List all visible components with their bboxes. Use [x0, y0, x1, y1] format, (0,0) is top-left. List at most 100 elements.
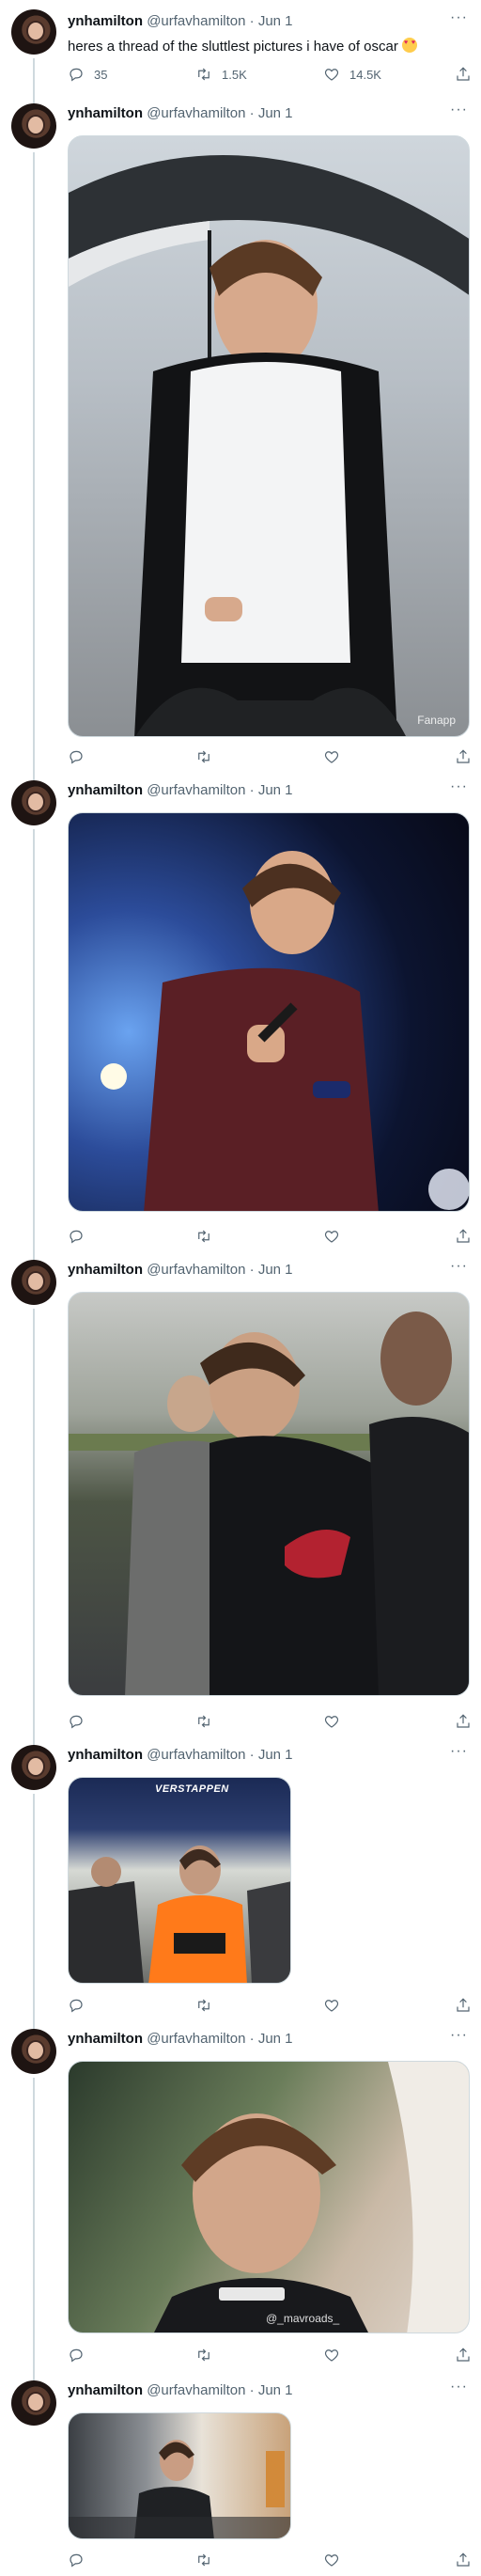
photo-illustration: [69, 2440, 290, 2538]
tweet-actions: 35 1.5K 14.5K: [68, 66, 470, 85]
user-handle[interactable]: @urfavhamilton: [147, 782, 245, 798]
retweet-button[interactable]: [195, 2347, 212, 2364]
display-name[interactable]: ynhamilton: [68, 782, 143, 798]
like-button[interactable]: [323, 2552, 340, 2568]
separator-dot: ·: [249, 1747, 255, 1763]
reply-button[interactable]: [68, 748, 85, 765]
user-handle[interactable]: @urfavhamilton: [147, 2382, 245, 2398]
tweet-3[interactable]: ynhamilton @urfavhamilton · Jun 1 ···: [0, 773, 481, 1252]
tweet-photo[interactable]: VERSTAPPEN: [68, 1777, 291, 1984]
tweet-date[interactable]: Jun 1: [258, 1262, 293, 1278]
retweet-button[interactable]: 1.5K: [195, 66, 247, 83]
user-avatar[interactable]: [11, 2029, 56, 2074]
tweet-photo[interactable]: Fanapp: [68, 135, 470, 737]
tweet-4[interactable]: ynhamilton @urfavhamilton · Jun 1 ···: [0, 1252, 481, 1737]
like-button[interactable]: [323, 1713, 340, 1730]
share-icon: [455, 1228, 472, 1245]
more-options-icon[interactable]: ···: [450, 9, 468, 26]
more-options-icon[interactable]: ···: [450, 2379, 468, 2395]
user-handle[interactable]: @urfavhamilton: [147, 2031, 245, 2047]
like-button[interactable]: [323, 2347, 340, 2364]
thread-line: [33, 2078, 35, 2373]
tweet-date[interactable]: Jun 1: [258, 2031, 293, 2047]
separator-dot: ·: [249, 13, 255, 29]
like-button[interactable]: [323, 748, 340, 765]
thread-line: [33, 829, 35, 1252]
tweet-5[interactable]: ynhamilton @urfavhamilton · Jun 1 ··· VE…: [0, 1737, 481, 2021]
display-name[interactable]: ynhamilton: [68, 1262, 143, 1278]
retweet-button[interactable]: [195, 2552, 212, 2568]
tweet-6[interactable]: ynhamilton @urfavhamilton · Jun 1 ··· @_…: [0, 2021, 481, 2373]
reply-button[interactable]: [68, 1997, 85, 2014]
more-options-icon[interactable]: ···: [450, 1258, 468, 1275]
tweet-photo[interactable]: @_mavroads_: [68, 2061, 470, 2333]
thread-line: [33, 152, 35, 773]
share-button[interactable]: [455, 1713, 472, 1730]
tweet-photo[interactable]: [68, 812, 470, 1212]
reply-icon: [68, 2552, 85, 2568]
display-name[interactable]: ynhamilton: [68, 2382, 143, 2398]
like-button[interactable]: 14.5K: [323, 66, 381, 83]
tweet-date[interactable]: Jun 1: [258, 1747, 293, 1763]
display-name[interactable]: ynhamilton: [68, 13, 143, 29]
share-button[interactable]: [455, 2347, 472, 2364]
retweet-button[interactable]: [195, 1713, 212, 1730]
tweet-2[interactable]: ynhamilton @urfavhamilton · Jun 1 ··· Fa…: [0, 96, 481, 773]
user-handle[interactable]: @urfavhamilton: [147, 105, 245, 121]
user-avatar[interactable]: [11, 1745, 56, 1790]
tweet-header: ynhamilton @urfavhamilton · Jun 1: [68, 1262, 293, 1279]
share-button[interactable]: [455, 1228, 472, 1245]
user-avatar[interactable]: [11, 9, 56, 55]
tweet-date[interactable]: Jun 1: [258, 782, 293, 798]
thread-line: [33, 58, 35, 96]
like-button[interactable]: [323, 1997, 340, 2014]
like-icon: [323, 2347, 340, 2364]
more-options-icon[interactable]: ···: [450, 1743, 468, 1760]
photo-illustration: [154, 2062, 469, 2333]
tweet-date[interactable]: Jun 1: [258, 105, 293, 121]
user-handle[interactable]: @urfavhamilton: [147, 13, 245, 29]
reply-icon: [68, 1997, 85, 2014]
like-icon: [323, 1997, 340, 2014]
more-options-icon[interactable]: ···: [450, 102, 468, 118]
tweet-photo[interactable]: [68, 1292, 470, 1696]
share-button[interactable]: [455, 1997, 472, 2014]
reply-button[interactable]: [68, 1228, 85, 1245]
reply-button[interactable]: [68, 2552, 85, 2568]
display-name[interactable]: ynhamilton: [68, 1747, 143, 1763]
separator-dot: ·: [249, 105, 255, 121]
share-button[interactable]: [455, 66, 472, 83]
thread-line: [33, 2021, 35, 2029]
reply-button[interactable]: [68, 2347, 85, 2364]
tweet-header: ynhamilton @urfavhamilton · Jun 1: [68, 782, 293, 799]
more-options-icon[interactable]: ···: [450, 2027, 468, 2044]
retweet-button[interactable]: [195, 1997, 212, 2014]
retweet-button[interactable]: [195, 1228, 212, 1245]
tweet-photo[interactable]: [68, 2412, 291, 2539]
retweet-button[interactable]: [195, 748, 212, 765]
separator-dot: ·: [249, 782, 255, 798]
photo-illustration: [69, 1846, 290, 1983]
tweet-date[interactable]: Jun 1: [258, 13, 293, 29]
tweet-1[interactable]: ynhamilton @urfavhamilton · Jun 1 ··· he…: [0, 0, 481, 96]
retweet-icon: [195, 2552, 212, 2568]
user-avatar[interactable]: [11, 2380, 56, 2426]
user-handle[interactable]: @urfavhamilton: [147, 1262, 245, 1278]
photo-watermark: Fanapp: [417, 714, 456, 727]
display-name[interactable]: ynhamilton: [68, 105, 143, 121]
tweet-date[interactable]: Jun 1: [258, 2382, 293, 2398]
user-handle[interactable]: @urfavhamilton: [147, 1747, 245, 1763]
more-options-icon[interactable]: ···: [450, 778, 468, 795]
like-button[interactable]: [323, 1228, 340, 1245]
share-button[interactable]: [455, 748, 472, 765]
reply-count: 35: [94, 67, 108, 82]
reply-button[interactable]: [68, 1713, 85, 1730]
share-button[interactable]: [455, 2552, 472, 2568]
display-name[interactable]: ynhamilton: [68, 2031, 143, 2047]
reply-button[interactable]: 35: [68, 66, 107, 83]
user-avatar[interactable]: [11, 780, 56, 825]
tweet-header: ynhamilton @urfavhamilton · Jun 1: [68, 105, 293, 122]
user-avatar[interactable]: [11, 1260, 56, 1305]
tweet-7[interactable]: ynhamilton @urfavhamilton · Jun 1 ···: [0, 2373, 481, 2576]
user-avatar[interactable]: [11, 103, 56, 149]
